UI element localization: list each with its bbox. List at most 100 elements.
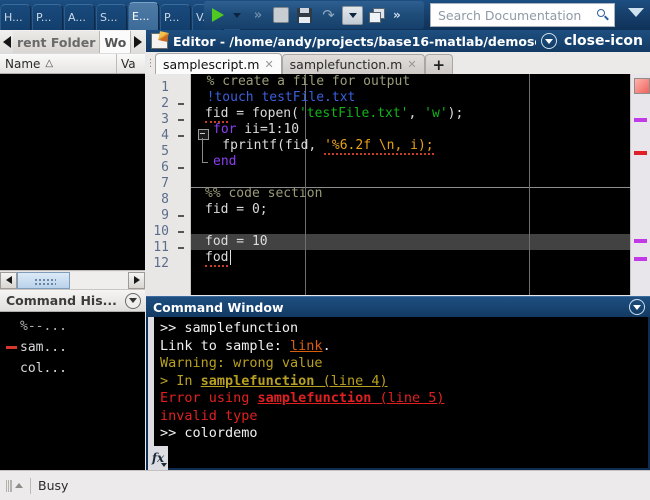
column-header-label: Name (5, 56, 41, 71)
code-token: fod (205, 250, 229, 267)
code-token: = fopen( (228, 106, 299, 121)
code-token: 'w' (424, 106, 448, 121)
error-text: invalid type (160, 407, 258, 424)
breakpoint-slot[interactable] (178, 103, 184, 105)
caret-down-circle-icon[interactable] (540, 33, 557, 49)
ribbon-tab-apps[interactable]: A... (64, 4, 95, 30)
analyzer-mark[interactable] (634, 118, 647, 122)
analyzer-mark[interactable] (634, 257, 647, 261)
error-link[interactable]: samplefunction (258, 390, 372, 406)
ribbon-tab-shortcuts[interactable]: S... (96, 4, 127, 30)
scroll-left-button[interactable] (0, 271, 17, 289)
editor-analyzer-gutter[interactable] (630, 74, 650, 295)
prompt-symbol: >> (160, 425, 185, 441)
breakpoint-slot[interactable] (178, 119, 184, 121)
undo-button[interactable]: ↷ (318, 4, 339, 26)
arrow-right-icon (133, 276, 140, 284)
command-text: samplefunction (184, 320, 299, 336)
warning-line-link[interactable]: (line 4) (314, 373, 388, 389)
code-analyzer-status-indicator[interactable] (634, 78, 650, 94)
breakpoint-slot[interactable] (178, 247, 184, 249)
code-token: fid = 0; (205, 202, 268, 217)
close-icon[interactable]: ✕ (407, 58, 416, 71)
editor-breakpoint-column[interactable] (172, 74, 191, 295)
editor-code-area[interactable]: 1 2 3 4 5 6 7 8 9 10 11 12 % create a fi… (146, 74, 650, 295)
breakpoint-slot[interactable] (178, 167, 184, 169)
ribbon-tab-editor[interactable]: E... (128, 2, 159, 30)
list-item[interactable]: sam... (0, 337, 145, 358)
list-item[interactable]: %--... (0, 316, 145, 337)
caret-down-icon (348, 12, 357, 18)
stop-button[interactable] (270, 4, 291, 26)
editor-tab-samplescript[interactable]: samplescript.m ✕ (155, 53, 282, 74)
ribbon-tab-label: H... (4, 11, 23, 24)
breakpoint-slot[interactable] (178, 231, 184, 233)
hyperlink[interactable]: link (290, 338, 323, 354)
close-icon[interactable]: ✕ (264, 58, 273, 71)
analyzer-mark[interactable] (634, 239, 647, 243)
code-token: 'testFile.txt' (298, 106, 409, 121)
editor-tab-samplefunction[interactable]: samplefunction.m ✕ (281, 54, 425, 74)
run-button[interactable] (207, 4, 228, 26)
resize-grip-icon[interactable] (6, 479, 23, 492)
code-text-region[interactable]: % create a file for output !touch testFi… (191, 74, 650, 295)
arrow-right-icon (133, 36, 142, 48)
command-window-titlebar: Command Window (146, 296, 650, 317)
editor-tab-label: samplescript.m (163, 56, 260, 72)
panel-tab-current-folder[interactable]: rent Folder (13, 31, 100, 53)
warning-text: Warning: wrong value (160, 355, 323, 371)
list-item[interactable]: col... (0, 358, 145, 379)
scroll-right-button[interactable] (128, 271, 145, 289)
output-line: >> samplefunction (160, 320, 648, 338)
code-token: '%6.2f \n, i); (324, 138, 434, 155)
function-browser-button[interactable]: fx (148, 446, 168, 470)
undo-dropdown-button[interactable] (342, 4, 363, 26)
caret-down-icon (161, 463, 167, 467)
ribbon-tab-label: P... (36, 11, 52, 24)
save-icon (297, 7, 312, 23)
caret-down-circle-icon[interactable] (629, 299, 645, 315)
ribbon-tab-home[interactable]: H... (0, 4, 31, 30)
ribbon-tab-label: A... (68, 11, 86, 24)
save-button[interactable] (294, 4, 315, 26)
breakpoint-slot[interactable] (178, 135, 184, 137)
new-tab-button[interactable]: + (424, 54, 454, 74)
quick-toolbar: » ↷ » (204, 1, 424, 29)
editor-line-number-gutter: 1 2 3 4 5 6 7 8 9 10 11 12 (146, 74, 172, 295)
step-forward-button[interactable]: » (246, 4, 267, 26)
code-token: end (213, 154, 237, 169)
tab-grip-icon: ⋮ (145, 57, 156, 69)
search-placeholder: Search Documentation (438, 7, 582, 23)
ribbon-tab-label: E... (132, 10, 150, 23)
code-token: !touch testFile.txt (191, 90, 356, 105)
panel-scroll-left-button[interactable] (0, 31, 13, 53)
run-dropdown-button[interactable] (231, 4, 243, 26)
column-header-value[interactable]: Va (117, 54, 145, 73)
output-line: invalid type (160, 408, 648, 426)
column-header-name[interactable]: Name △ (0, 54, 117, 73)
arrow-left-icon (2, 36, 11, 48)
panel-scroll-right-button[interactable] (131, 31, 144, 53)
scroll-track[interactable] (17, 271, 128, 289)
warning-link[interactable]: samplefunction (201, 373, 315, 389)
ribbon-tab-plots[interactable]: P... (32, 4, 63, 30)
close-icon[interactable]: close-icon (562, 34, 645, 48)
toolbar-overflow-button[interactable]: » (393, 8, 401, 22)
analyzer-mark[interactable] (634, 151, 647, 155)
search-documentation-field[interactable]: Search Documentation (430, 3, 615, 27)
command-window-output[interactable]: >> samplefunction Link to sample: link. … (148, 317, 648, 468)
arrow-left-icon (5, 276, 12, 284)
breakpoint-slot[interactable] (178, 215, 184, 217)
workspace-list[interactable] (0, 74, 145, 270)
editor-panel: Editor - /home/andy/projects/base16-matl… (146, 30, 650, 295)
window-layout-icon (369, 8, 385, 23)
workspace-horizontal-scrollbar[interactable] (0, 270, 145, 289)
ribbon-expand-icon[interactable] (628, 8, 644, 17)
ribbon-tab-publish[interactable]: P... (160, 4, 191, 30)
scroll-thumb[interactable] (17, 271, 70, 289)
command-history-list[interactable]: %--... sam... col... (0, 312, 145, 470)
caret-down-circle-icon[interactable] (125, 292, 141, 309)
error-line-link[interactable]: (line 5) (371, 390, 444, 406)
panel-tab-workspace[interactable]: Wo (99, 31, 132, 53)
layout-button[interactable] (366, 4, 387, 26)
